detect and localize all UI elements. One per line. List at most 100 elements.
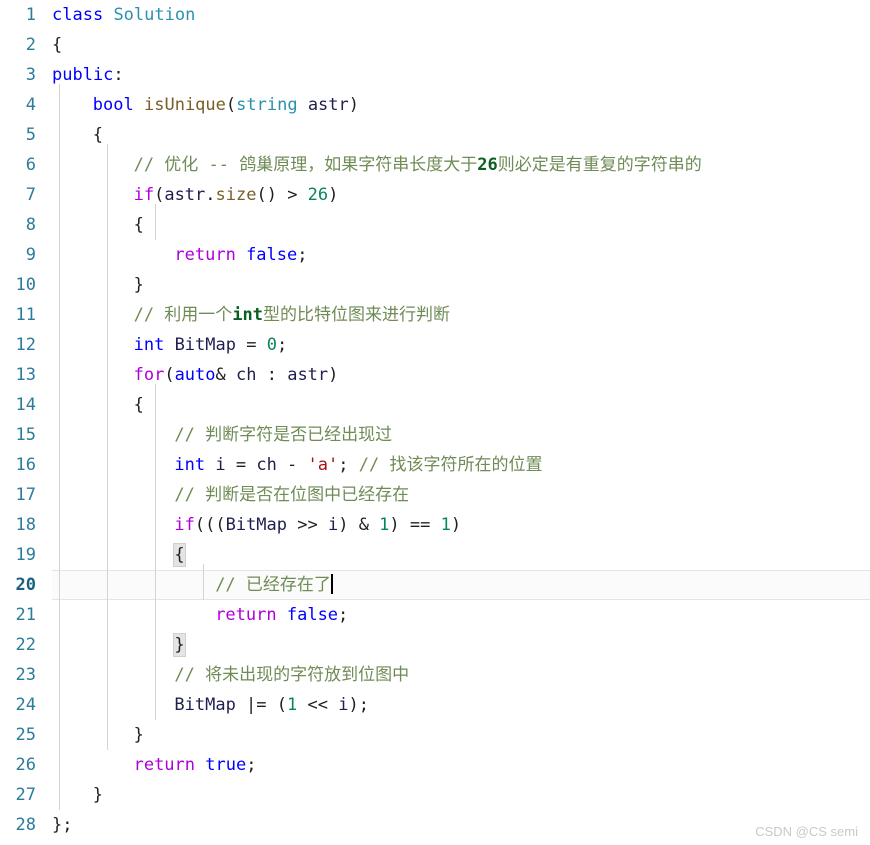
code-line[interactable]: 26 return true;: [0, 750, 870, 780]
code-token: (((: [194, 515, 226, 535]
code-text[interactable]: if(astr.size() > 26): [134, 180, 339, 210]
code-token: true: [205, 755, 247, 775]
code-token: return: [215, 605, 277, 625]
code-text[interactable]: int BitMap = 0;: [134, 330, 288, 360]
code-text[interactable]: };: [52, 810, 72, 840]
code-token: 'a': [307, 455, 339, 475]
code-text[interactable]: }: [173, 630, 186, 660]
code-token: auto: [174, 365, 216, 385]
code-line[interactable]: 6 // 优化 -- 鸽巢原理，如果字符串长度大于26则必定是有重复的字符串的: [0, 150, 870, 180]
code-text[interactable]: // 利用一个int型的比特位图来进行判断: [134, 300, 450, 330]
code-token: astr: [287, 365, 329, 385]
code-line[interactable]: 5{: [0, 120, 870, 150]
code-token: astr: [164, 185, 206, 205]
code-line[interactable]: 16 int i = ch - 'a'; // 找该字符所在的位置: [0, 450, 870, 480]
code-text[interactable]: }: [134, 270, 144, 300]
code-text[interactable]: bool isUnique(string astr): [93, 90, 359, 120]
code-token: string: [236, 95, 298, 115]
code-editor[interactable]: 1 class Solution 2{3 public: 4 bool isUnique(…: [0, 0, 870, 845]
code-text[interactable]: class Solution: [52, 0, 195, 30]
code-token: 则必定是有重复的字符串的: [497, 155, 702, 175]
code-line[interactable]: 28};: [0, 810, 870, 840]
code-text[interactable]: public:: [52, 60, 124, 90]
code-text[interactable]: return true;: [134, 750, 257, 780]
line-number: 13: [15, 365, 36, 385]
line-number: 14: [15, 395, 36, 415]
code-line[interactable]: 17 // 判断是否在位图中已经存在: [0, 480, 870, 510]
code-text[interactable]: {: [173, 540, 186, 570]
code-line[interactable]: 21 return false;: [0, 600, 870, 630]
code-text[interactable]: for(auto& ch : astr): [134, 360, 339, 390]
code-token: ;: [276, 335, 288, 355]
code-token: isUnique: [144, 95, 226, 115]
code-token: ): [328, 185, 339, 205]
code-text[interactable]: int i = ch - 'a'; // 找该字符所在的位置: [174, 450, 542, 480]
code-line[interactable]: 14 {: [0, 390, 870, 420]
code-text[interactable]: if(((BitMap >> i) & 1) == 1): [174, 510, 461, 540]
code-line[interactable]: 3 public:: [0, 60, 870, 90]
code-token: ): [348, 95, 360, 115]
code-line[interactable]: 13 for(auto& ch : astr): [0, 360, 870, 390]
code-line[interactable]: 9 return false;: [0, 240, 870, 270]
code-line[interactable]: 22}: [0, 630, 870, 660]
code-line[interactable]: 7 if(astr.size() > 26): [0, 180, 870, 210]
code-text[interactable]: {: [134, 390, 144, 420]
line-number: 24: [15, 695, 36, 715]
code-token: () >: [256, 185, 308, 205]
code-token: 26: [477, 155, 498, 175]
code-line[interactable]: 23 // 将未出现的字符放到位图中: [0, 660, 870, 690]
code-line[interactable]: 10}: [0, 270, 870, 300]
code-line[interactable]: 24 BitMap |= (1 << i);: [0, 690, 870, 720]
code-line[interactable]: 19 {: [0, 540, 870, 570]
code-text[interactable]: }: [93, 780, 103, 810]
code-token: }: [133, 275, 144, 295]
code-line[interactable]: 27}: [0, 780, 870, 810]
code-text[interactable]: // 判断字符是否已经出现过: [174, 420, 392, 450]
code-token: if: [174, 515, 195, 535]
code-text[interactable]: {: [52, 30, 62, 60]
code-token: false: [246, 245, 298, 265]
code-line[interactable]: 11 // 利用一个int型的比特位图来进行判断: [0, 300, 870, 330]
code-token: return: [133, 755, 196, 775]
line-number: 21: [15, 605, 36, 625]
code-token: astr: [307, 95, 349, 115]
code-text[interactable]: // 判断是否在位图中已经存在: [174, 480, 409, 510]
code-text[interactable]: }: [134, 720, 144, 750]
code-text[interactable]: // 已经存在了: [215, 570, 333, 600]
line-number: 12: [15, 335, 36, 355]
code-line[interactable]: 12 int BitMap = 0;: [0, 330, 870, 360]
code-line[interactable]: 25}: [0, 720, 870, 750]
code-text[interactable]: BitMap |= (1 << i);: [174, 690, 369, 720]
code-line[interactable]: 18 if(((BitMap >> i) & 1) == 1): [0, 510, 870, 540]
code-text[interactable]: return false;: [174, 240, 307, 270]
code-line[interactable]: 8{: [0, 210, 870, 240]
code-token: 型的比特位图来进行判断: [263, 305, 451, 325]
line-number: 19: [15, 545, 36, 565]
code-token: i: [215, 455, 226, 475]
code-token: i: [327, 515, 339, 535]
code-text[interactable]: // 优化 -- 鸽巢原理，如果字符串长度大于26则必定是有重复的字符串的: [134, 150, 702, 180]
code-token: &: [215, 365, 236, 385]
code-token: {: [133, 395, 144, 415]
code-text[interactable]: {: [134, 210, 144, 240]
line-number: 25: [15, 725, 36, 745]
code-text[interactable]: {: [93, 120, 103, 150]
code-token: for: [133, 365, 165, 385]
code-token: (: [154, 185, 165, 205]
code-text[interactable]: return false;: [215, 600, 348, 630]
code-line[interactable]: 15 // 判断字符是否已经出现过: [0, 420, 870, 450]
code-token: ;: [338, 455, 359, 475]
code-token: (: [164, 365, 175, 385]
code-line[interactable]: 1 class Solution: [0, 0, 870, 30]
code-token: // 优化 -- 鸽巢原理，如果字符串长度大于: [133, 155, 478, 175]
code-text[interactable]: // 将未出现的字符放到位图中: [174, 660, 409, 690]
code-line[interactable]: 4 bool isUnique(string astr): [0, 90, 870, 120]
code-line[interactable]: 20 // 已经存在了: [0, 570, 870, 600]
code-token: BitMap: [174, 335, 236, 355]
code-line[interactable]: 2{: [0, 30, 870, 60]
code-token: ;: [297, 245, 308, 265]
watermark-label: CSDN @CS semi: [755, 824, 858, 839]
